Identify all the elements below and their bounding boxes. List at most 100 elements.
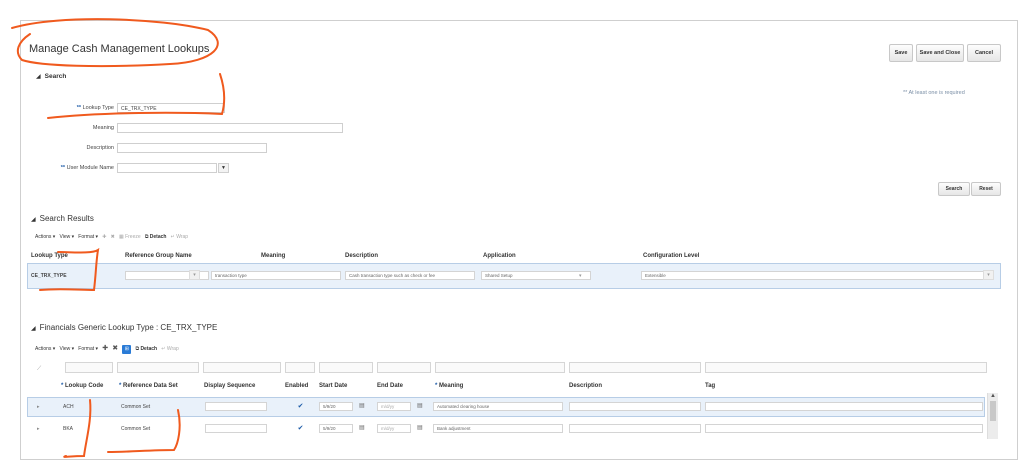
row-display-seq-input[interactable] bbox=[205, 402, 267, 411]
row-tag-input[interactable] bbox=[705, 402, 983, 411]
filter-end-date[interactable] bbox=[377, 362, 431, 373]
col-lookup-code[interactable]: * Lookup Code bbox=[61, 383, 103, 389]
search-section-header[interactable]: ◢ Search bbox=[36, 71, 66, 80]
filter-tag[interactable] bbox=[705, 362, 987, 373]
chevron-down-icon: ▾ bbox=[983, 270, 994, 280]
meaning-input[interactable] bbox=[117, 123, 343, 133]
filter-description[interactable] bbox=[569, 362, 701, 373]
lookup-type-input[interactable]: CE_TRX_TYPE bbox=[117, 103, 225, 113]
row-end-date-input[interactable]: m/d/yy bbox=[377, 402, 411, 411]
col-tag[interactable]: Tag bbox=[705, 383, 715, 389]
scroll-up-icon[interactable]: ▲ bbox=[988, 393, 998, 399]
row-description-input[interactable] bbox=[569, 402, 701, 411]
detach-icon: ⧉ bbox=[144, 234, 149, 240]
filter-meaning[interactable] bbox=[435, 362, 565, 373]
result-application-select: Shared Setup bbox=[481, 271, 591, 280]
view-menu[interactable]: View ▾ bbox=[59, 234, 74, 240]
enabled-checkbox[interactable]: ✔ bbox=[297, 403, 304, 410]
save-and-close-button[interactable]: Save and Close bbox=[916, 44, 964, 62]
format-menu[interactable]: Format ▾ bbox=[78, 346, 98, 352]
col-ref-data-set[interactable]: * Reference Data Set bbox=[119, 383, 178, 389]
actions-menu[interactable]: Actions ▾ bbox=[35, 346, 55, 352]
filter-start-date[interactable] bbox=[319, 362, 373, 373]
expand-row-icon[interactable]: ▸ bbox=[37, 404, 40, 410]
col-description[interactable]: Description bbox=[569, 383, 602, 389]
results-section-header[interactable]: ◢ Search Results bbox=[31, 214, 94, 223]
format-menu[interactable]: Format ▾ bbox=[78, 234, 98, 240]
query-by-example-icon[interactable]: ⊞ bbox=[122, 345, 132, 354]
col-reference-group[interactable]: Reference Group Name bbox=[125, 253, 192, 259]
col-lookup-type[interactable]: Lookup Type bbox=[31, 253, 68, 259]
filter-display-seq[interactable] bbox=[203, 362, 281, 373]
wrap-icon: ↵ bbox=[161, 346, 166, 352]
view-menu[interactable]: View ▾ bbox=[59, 346, 74, 352]
expand-row-icon[interactable]: ▸ bbox=[37, 426, 40, 432]
chevron-down-icon[interactable]: ▼ bbox=[218, 163, 229, 173]
lookup-type-label: ** Lookup Type bbox=[76, 105, 114, 111]
filter-ref-data-set[interactable] bbox=[117, 362, 199, 373]
collapse-triangle-icon: ◢ bbox=[31, 217, 36, 223]
row-start-date-input[interactable]: 5/9/20 bbox=[319, 402, 353, 411]
wrap-button[interactable]: Wrap bbox=[167, 346, 179, 352]
reset-button[interactable]: Reset bbox=[971, 182, 1001, 196]
delete-icon[interactable]: ✖ bbox=[111, 234, 115, 240]
user-module-select[interactable] bbox=[117, 163, 217, 173]
filter-icon: ⟋ bbox=[37, 366, 42, 372]
required-hint: ** At least one is required bbox=[903, 90, 965, 96]
row-ref-data-set: Common Set bbox=[121, 404, 151, 410]
row-description-input[interactable] bbox=[569, 424, 701, 433]
col-application[interactable]: Application bbox=[483, 253, 516, 259]
col-enabled[interactable]: Enabled bbox=[285, 383, 308, 389]
description-label: Description bbox=[86, 145, 114, 151]
row-lookup-code: ACH bbox=[63, 404, 74, 410]
wrap-icon: ↵ bbox=[170, 234, 175, 240]
row-meaning-input[interactable]: Automated clearing house bbox=[433, 402, 563, 411]
add-icon[interactable]: ✚ bbox=[102, 345, 108, 352]
row-end-date-input[interactable]: m/d/yy bbox=[377, 424, 411, 433]
generic-section-header[interactable]: ◢ Financials Generic Lookup Type : CE_TRX… bbox=[31, 323, 217, 332]
cancel-button[interactable]: Cancel bbox=[967, 44, 1001, 62]
detach-button[interactable]: Detach bbox=[150, 234, 167, 240]
scroll-thumb[interactable] bbox=[990, 401, 996, 421]
row-ref-data-set: Common Set bbox=[121, 426, 151, 432]
col-display-sequence[interactable]: Display Sequence bbox=[204, 383, 255, 389]
meaning-label: Meaning bbox=[92, 125, 114, 131]
calendar-icon[interactable]: ▤ bbox=[417, 424, 423, 431]
calendar-icon[interactable]: ▤ bbox=[359, 402, 365, 409]
filter-enabled[interactable] bbox=[285, 362, 315, 373]
enabled-checkbox[interactable]: ✔ bbox=[297, 425, 304, 432]
save-button[interactable]: Save bbox=[889, 44, 913, 62]
row-display-seq-input[interactable] bbox=[205, 424, 267, 433]
delete-icon[interactable]: ✖ bbox=[112, 345, 118, 352]
app-window: Manage Cash Management Lookups Save Save… bbox=[20, 20, 1018, 460]
col-configuration-level[interactable]: Configuration Level bbox=[643, 253, 699, 259]
add-icon[interactable]: ✚ bbox=[102, 234, 106, 240]
table-scrollbar[interactable]: ▲ bbox=[987, 393, 998, 439]
generic-toolbar: Actions ▾ View ▾ Format ▾ ✚ ✖ ⊞ ⧉ Detach… bbox=[35, 344, 179, 354]
result-meaning-input[interactable]: transaction type bbox=[211, 271, 341, 280]
col-meaning[interactable]: Meaning bbox=[261, 253, 285, 259]
freeze-button[interactable]: Freeze bbox=[125, 234, 141, 240]
filter-lookup-code[interactable] bbox=[65, 362, 113, 373]
col-description[interactable]: Description bbox=[345, 253, 378, 259]
col-meaning[interactable]: * Meaning bbox=[435, 383, 463, 389]
page-title: Manage Cash Management Lookups bbox=[29, 43, 210, 55]
row-meaning-input[interactable]: Bank adjustment bbox=[433, 424, 563, 433]
calendar-icon[interactable]: ▤ bbox=[359, 424, 365, 431]
detach-button[interactable]: Detach bbox=[140, 346, 157, 352]
wrap-button[interactable]: Wrap bbox=[176, 234, 188, 240]
freeze-icon: ▦ bbox=[118, 234, 124, 240]
search-button[interactable]: Search bbox=[938, 182, 970, 196]
description-input[interactable] bbox=[117, 143, 267, 153]
col-start-date[interactable]: Start Date bbox=[319, 383, 347, 389]
row-start-date-input[interactable]: 5/9/20 bbox=[319, 424, 353, 433]
chevron-down-icon: ▾ bbox=[189, 270, 200, 280]
calendar-icon[interactable]: ▤ bbox=[417, 402, 423, 409]
row-tag-input[interactable] bbox=[705, 424, 983, 433]
row-lookup-code: BKA bbox=[63, 426, 74, 432]
results-toolbar: Actions ▾ View ▾ Format ▾ ✚ ✖ ▦ Freeze ⧉… bbox=[35, 234, 188, 240]
result-config-level-select: Extensible bbox=[641, 271, 987, 280]
actions-menu[interactable]: Actions ▾ bbox=[35, 234, 55, 240]
col-end-date[interactable]: End Date bbox=[377, 383, 403, 389]
result-description-input[interactable]: Cash transaction type such as check or f… bbox=[345, 271, 475, 280]
